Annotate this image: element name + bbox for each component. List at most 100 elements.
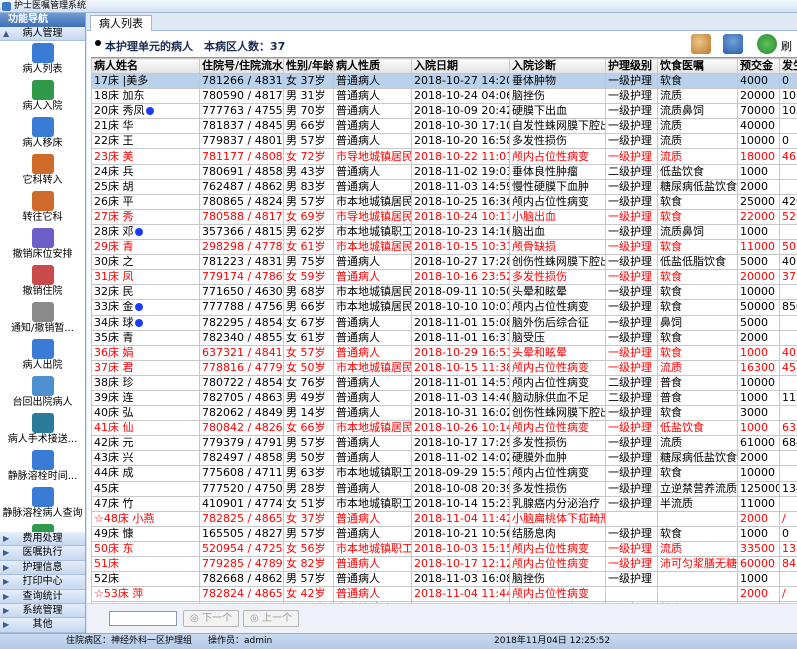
patient-name-cell: 37床 君 <box>91 359 200 376</box>
table-cell: 软食 <box>657 72 738 90</box>
prev-button[interactable]: ◎ 上一个 <box>243 610 299 627</box>
sidebar-group[interactable]: ▶ 查询统计 <box>0 589 85 604</box>
table-cell: 502 <box>779 239 797 256</box>
table-row[interactable]: 50床 东520954 / 472539女 56岁市本地城镇职工2018-10-… <box>91 540 797 558</box>
table-cell: 市本地城镇居民 <box>333 284 412 301</box>
table-cell: 780865 / 482405 <box>199 193 284 210</box>
table-row[interactable]: 20床 秀凤777763 / 475581男 70岁普通病人2018-10-09… <box>91 103 797 120</box>
table-row[interactable]: 29床 青298298 / 477863女 61岁市本地城镇居民2018-10-… <box>91 239 797 256</box>
table-row[interactable]: 40床 弘782062 / 484994男 14岁普通病人2018-10-31 … <box>91 405 797 422</box>
table-row[interactable]: 25床 胡762487 / 486247男 83岁普通病人2018-11-03 … <box>91 178 797 195</box>
table-body: 17床 |美多781266 / 483195女 37岁普通病人2018-10-2… <box>91 72 797 603</box>
table-row[interactable]: 27床 秀780588 / 481725女 69岁市导地城镇居民2018-10-… <box>91 208 797 225</box>
next-button[interactable]: ◎ 下一个 <box>183 610 239 627</box>
hand-icon[interactable] <box>691 34 711 54</box>
table-row[interactable]: 52床 782668 / 486243男 57岁普通病人2018-11-03 1… <box>91 571 797 588</box>
ward-status: 住院病区：神经外科一区护理组 <box>66 636 193 646</box>
sidebar-item[interactable]: 通知/撤销暂... <box>0 300 85 337</box>
table-cell: 普通病人 <box>333 254 412 271</box>
column-header[interactable]: 性别/年龄 <box>283 58 334 74</box>
table-cell: 一级护理 <box>605 525 658 542</box>
sidebar-item[interactable]: 台回出院病人 <box>0 374 85 411</box>
table-row[interactable]: 42床 元779379 / 479164男 57岁普通病人2018-10-17 … <box>91 435 797 452</box>
table-row[interactable]: 26床 平780865 / 482405男 57岁市本地城镇居民2018-10-… <box>91 193 797 210</box>
table-row[interactable]: 30床 之781223 / 483136男 75岁普通病人2018-10-27 … <box>91 254 797 271</box>
sidebar-item[interactable]: 病人出院 <box>0 337 85 374</box>
table-row[interactable]: 41床 仙780842 / 482696女 66岁市本地城镇居民2018-10-… <box>91 420 797 437</box>
sidebar-item[interactable]: 病人移床 <box>0 115 85 152</box>
table-row[interactable]: ☆53床 萍782824 / 486573女 42岁普通病人2018-11-04… <box>91 586 797 603</box>
table-row[interactable]: 17床 |美多781266 / 483195女 37岁普通病人2018-10-2… <box>91 72 797 90</box>
table-row[interactable]: 49床 慷165505 / 482756男 57岁普通病人2018-10-21 … <box>91 525 797 542</box>
table-cell: 782705 / 486310 <box>199 389 284 407</box>
table-row[interactable]: 38床 珍780722 / 485420女 76岁普通病人2018-11-01 … <box>91 374 797 391</box>
table-row[interactable]: 32床 民771650 / 463066男 68岁市本地城镇居民2018-09-… <box>91 284 797 301</box>
column-header[interactable]: 预交金 <box>737 58 780 74</box>
sidebar-item[interactable]: 它科转入 <box>0 152 85 189</box>
column-header[interactable]: 住院号/住院流水 <box>199 58 284 74</box>
table-row[interactable]: 51床 779285 / 478991女 82岁普通病人2018-10-17 1… <box>91 555 797 573</box>
table-row[interactable]: 24床 兵780691 / 485892男 43岁普通病人2018-11-02 … <box>91 163 797 180</box>
sidebar-item[interactable]: 安排床位新流程 <box>0 522 85 532</box>
column-header[interactable]: 发生 <box>779 58 797 74</box>
sidebar-group-patient[interactable]: ▲ 病人管理 <box>0 27 85 41</box>
table-cell: 男 14岁 <box>283 405 334 422</box>
table-row[interactable]: 28床 邓357366 / 481561男 62岁市本地城镇职工2018-10-… <box>91 223 797 241</box>
column-header[interactable]: 病人姓名 <box>91 58 200 74</box>
table-row[interactable]: 23床 美781177 / 480894女 72岁市导地城镇居民2018-10-… <box>91 148 797 165</box>
table-row[interactable]: 21床 华781837 / 484501男 66岁普通病人2018-10-30 … <box>91 118 797 135</box>
sidebar-item[interactable]: 静脉溶栓时间... <box>0 448 85 485</box>
sidebar-item[interactable]: 病人入院 <box>0 78 85 115</box>
search-input[interactable] <box>109 611 177 626</box>
table-cell: 普通病人 <box>333 269 412 286</box>
table-row[interactable]: 44床 成775608 / 471101男 63岁市本地城镇职工2018-09-… <box>91 465 797 482</box>
sidebar-group[interactable]: ▶ 其他 <box>0 618 85 633</box>
table-row[interactable]: 47床 竹410901 / 477488女 51岁市本地城镇职工2018-10-… <box>91 495 797 512</box>
column-header[interactable]: 病人性质 <box>333 58 412 74</box>
sidebar-item[interactable]: 静脉溶栓病人查询 <box>0 485 85 522</box>
column-header[interactable]: 护理级别 <box>605 58 658 74</box>
sidebar-item[interactable]: 撤销住院 <box>0 263 85 300</box>
table-row[interactable]: 35床 青782340 / 485597女 61岁普通病人2018-11-01 … <box>91 329 797 346</box>
table-cell <box>779 465 797 482</box>
table-row[interactable]: 22床 王779837 / 480187男 57岁普通病人2018-10-20 … <box>91 133 797 150</box>
column-header[interactable]: 入院日期 <box>411 58 510 74</box>
table-row[interactable]: 34床 球782295 / 485497女 67岁普通病人2018-11-01 … <box>91 314 797 331</box>
table-cell: 颅内占位性病变 <box>509 586 606 603</box>
sidebar-group[interactable]: ▶ 系统管理 <box>0 603 85 619</box>
sidebar-group[interactable]: ▶ 费用处理 <box>0 532 85 547</box>
column-header[interactable]: 饮食医嘱 <box>657 58 738 74</box>
table-cell: 普通病人 <box>333 555 412 573</box>
sidebar-item[interactable]: 撤销床位安排 <box>0 226 85 263</box>
sidebar-item[interactable]: 转往它科 <box>0 189 85 226</box>
table-row[interactable]: ☆48床 小燕782825 / 486574女 37岁普通病人2018-11-0… <box>91 510 797 527</box>
table-cell: 33500 <box>737 540 780 558</box>
table-cell: 2018-10-17 17:29:35 <box>411 435 510 452</box>
table-row[interactable]: 36床 娟637321 / 484168女 57岁普通病人2018-10-29 … <box>91 344 797 361</box>
table-row[interactable]: 45床 777520 / 475064男 28岁普通病人2018-10-08 2… <box>91 480 797 497</box>
table-row[interactable]: 37床 君778816 / 477914女 50岁市本地城镇居民2018-10-… <box>91 359 797 376</box>
table-row[interactable]: 31床 凤779174 / 478698女 59岁普通病人2018-10-16 … <box>91 269 797 286</box>
table-row[interactable]: 39床 连782705 / 486310男 49岁普通病人2018-11-03 … <box>91 389 797 407</box>
table-cell: 10000 <box>737 374 780 391</box>
table-row[interactable]: 43床 兴782497 / 485898男 50岁普通病人2018-11-02 … <box>91 450 797 467</box>
table-cell: 脑受压 <box>509 329 606 346</box>
table-cell: 850 <box>779 299 797 316</box>
user-icon[interactable] <box>723 34 743 54</box>
table-cell: 颅内占位性病变 <box>509 374 606 391</box>
sidebar-group[interactable]: ▶ 医嘱执行 <box>0 546 85 561</box>
table-cell: 781266 / 483195 <box>199 72 284 90</box>
tab-patient-list[interactable]: 病人列表 <box>90 15 152 31</box>
sidebar-item[interactable]: 病人列表 <box>0 41 85 78</box>
table-row[interactable]: 18床 加东780590 / 481728男 31岁普通病人2018-10-24… <box>91 88 797 105</box>
sidebar-group[interactable]: ▶ 打印中心 <box>0 575 85 590</box>
refresh-icon[interactable] <box>757 34 777 54</box>
table-cell: 一级护理 <box>605 540 658 558</box>
column-header[interactable]: 入院诊断 <box>509 58 606 74</box>
sidebar-group[interactable]: ▶ 护理信息 <box>0 560 85 576</box>
sidebar-item-label: 病人入院 <box>22 101 63 112</box>
sidebar-item[interactable]: 病人手术接送... <box>0 411 85 448</box>
table-row[interactable]: 33床 金777788 / 475642男 66岁市本地城镇居民2018-10-… <box>91 299 797 316</box>
table-cell: 一级护理 <box>605 193 658 210</box>
table-cell: 25000 <box>737 193 780 210</box>
